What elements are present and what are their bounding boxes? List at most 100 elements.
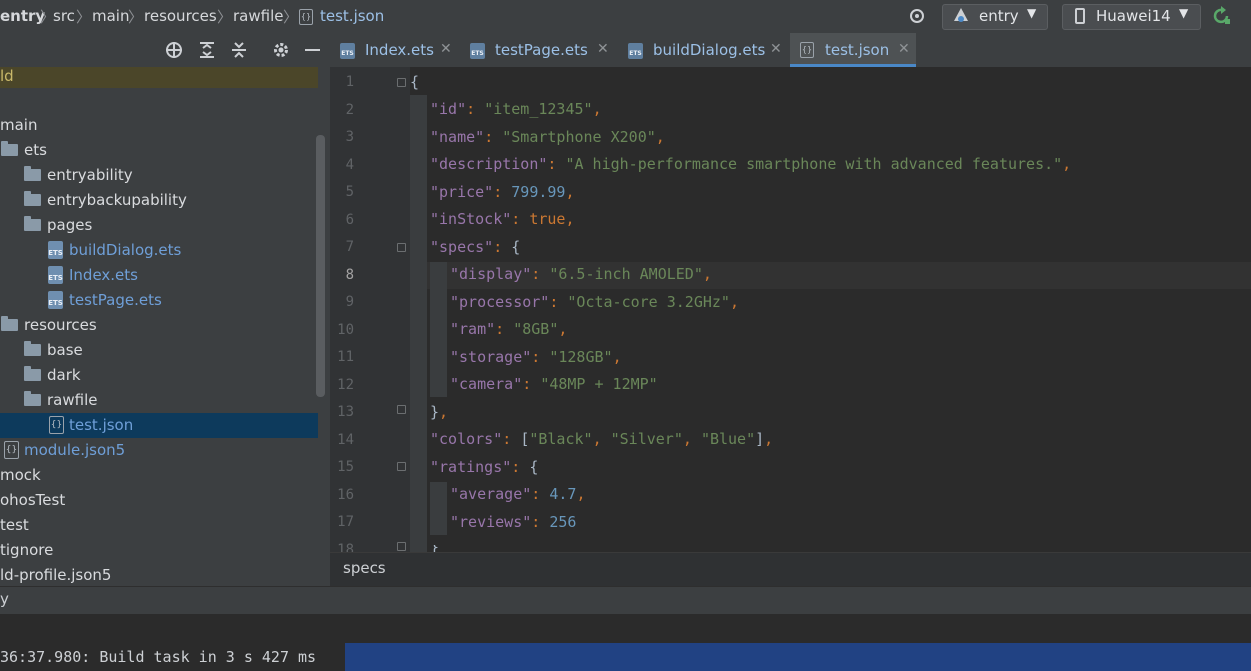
indent-guide (430, 482, 447, 535)
device-label: Huawei14 (1096, 7, 1171, 25)
line-number: 15 (337, 459, 354, 475)
close-icon[interactable]: ✕ (770, 41, 782, 57)
line-number: 3 (345, 129, 354, 145)
collapse-all-icon[interactable] (230, 41, 248, 59)
fold-marker[interactable] (397, 78, 406, 87)
breadcrumb-item[interactable]: test.json (320, 7, 384, 25)
breadcrumb-item[interactable]: entry (0, 7, 45, 25)
line-number: 17 (337, 514, 354, 530)
tree-item-label: rawfile (47, 391, 98, 409)
tree-item[interactable]: ›dark (0, 363, 318, 388)
close-icon[interactable]: ✕ (440, 41, 452, 57)
json-file-icon: {} (299, 9, 313, 25)
code-line: }, (430, 403, 449, 421)
tree-item[interactable]: ld-profile.json5 (0, 563, 318, 588)
line-number: 10 (337, 321, 354, 338)
minimize-icon[interactable] (305, 49, 320, 51)
tree-item[interactable]: ETS Index.ets (0, 263, 318, 288)
tree-item[interactable]: ETS testPage.ets (0, 288, 318, 313)
module-icon (953, 7, 969, 25)
breadcrumb-item[interactable]: rawfile (233, 7, 283, 25)
tree-item-label: test (0, 516, 29, 534)
tab-testpage-ets[interactable]: ETS testPage.ets ✕ (460, 33, 618, 67)
folder-icon (24, 216, 41, 231)
tree-item[interactable]: ›entrybackupability (0, 188, 318, 213)
chevron-down-icon: ▼ (1179, 6, 1189, 20)
folder-icon (24, 191, 41, 206)
close-icon[interactable]: ✕ (597, 41, 609, 57)
module-selector[interactable]: entry ▼ (942, 4, 1048, 30)
folder-icon (24, 391, 41, 406)
project-scrollbar[interactable] (316, 135, 325, 397)
indent-guide (410, 95, 427, 552)
project-toolbar (0, 33, 330, 67)
gear-icon[interactable] (272, 41, 290, 59)
tree-item[interactable]: resources (0, 313, 318, 338)
tree-item-label: buildDialog.ets (69, 241, 182, 259)
code-line: "average": 4.7, (450, 485, 586, 503)
tree-item[interactable]: ›base (0, 338, 318, 363)
tree-item-label: mock (0, 466, 41, 484)
breadcrumb-item[interactable]: main (92, 7, 129, 25)
line-number: 13 (337, 404, 354, 420)
code-line: "ratings": { (430, 458, 539, 476)
tab-label: test.json (825, 41, 890, 59)
tab-label: buildDialog.ets (653, 41, 766, 59)
tree-item[interactable]: {} test.json (0, 413, 318, 438)
fold-marker[interactable] (397, 405, 406, 414)
tree-item[interactable]: ohosTest (0, 488, 318, 513)
run-icon[interactable] (1212, 6, 1232, 26)
tree-item-label: Index.ets (69, 266, 138, 284)
folder-icon (24, 166, 41, 181)
line-number: 9 (345, 294, 354, 310)
tree-item[interactable]: mock (0, 463, 318, 488)
folder-icon (24, 366, 41, 381)
ets-file-icon: ETS (48, 266, 63, 284)
line-number: 5 (345, 184, 354, 200)
tree-item[interactable]: ›entryability (0, 163, 318, 188)
clipped-line: } (330, 545, 1251, 552)
code-line: "description": "A high-performance smart… (430, 155, 1072, 173)
target-icon[interactable] (165, 41, 183, 59)
tab-builddialog-ets[interactable]: ETS buildDialog.ets ✕ (618, 33, 788, 67)
tree-item[interactable]: test (0, 513, 318, 538)
tree-item[interactable]: main (0, 113, 318, 138)
tree-item[interactable]: ETS buildDialog.ets (0, 238, 318, 263)
highlighted-row[interactable]: ld (0, 67, 318, 88)
breadcrumb-separator: 〉 (217, 8, 233, 26)
tree-item[interactable]: {} module.json5 (0, 438, 318, 463)
tree-item[interactable]: ⌄pages (0, 213, 318, 238)
breadcrumb-item[interactable]: src (53, 7, 75, 25)
line-number: 2 (345, 101, 354, 118)
tab-label: testPage.ets (495, 41, 588, 59)
tree-item[interactable]: ⌄rawfile (0, 388, 318, 413)
code-line: "storage": "128GB", (450, 348, 622, 366)
breadcrumb-separator: 〉 (128, 8, 144, 26)
json-file-icon: {} (800, 42, 814, 58)
ets-file-icon: ETS (470, 43, 485, 59)
breadcrumb-item[interactable]: resources (144, 7, 217, 25)
bottom-tab-label[interactable]: y (0, 590, 9, 608)
tree-item[interactable]: tignore (0, 538, 318, 563)
editor-breadcrumb-item[interactable]: specs (343, 559, 386, 577)
device-selector[interactable]: Huawei14 ▼ (1062, 4, 1201, 30)
expand-all-icon[interactable] (198, 41, 216, 59)
close-icon[interactable]: ✕ (898, 41, 910, 57)
code-line: "display": "6.5-inch AMOLED", (450, 265, 712, 283)
code-line: "price": 799.99, (430, 183, 575, 201)
code-line: "inStock": true, (430, 210, 575, 228)
tree-item-label: ets (24, 141, 47, 159)
line-number: 14 (337, 431, 354, 448)
breadcrumb-separator: 〉 (76, 8, 92, 26)
tab-test-json[interactable]: {} test.json ✕ (790, 33, 916, 67)
tab-index-ets[interactable]: ETS Index.ets ✕ (330, 33, 458, 67)
tree-item[interactable]: ets (0, 138, 318, 163)
ets-file-icon: ETS (628, 43, 643, 59)
json-file-icon: {} (4, 441, 19, 459)
line-number: 8 (345, 266, 354, 283)
tree-item-label: main (0, 116, 38, 134)
fold-marker[interactable] (397, 243, 406, 252)
tree-item-label: entrybackupability (47, 191, 187, 209)
fold-marker[interactable] (397, 462, 406, 471)
target-icon[interactable] (908, 7, 926, 25)
